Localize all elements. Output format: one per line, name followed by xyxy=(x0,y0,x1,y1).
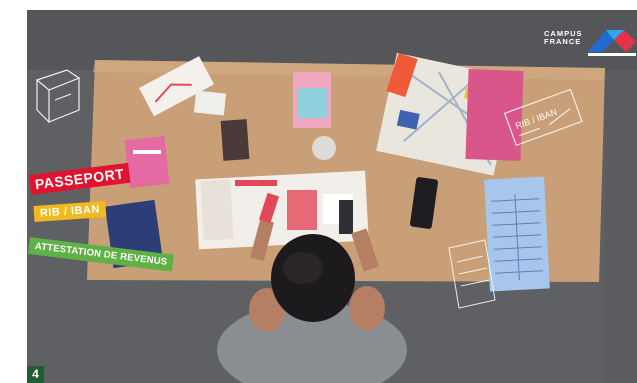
logo-line-2: FRANCE xyxy=(544,37,582,46)
water-glass xyxy=(312,136,336,160)
blue-form xyxy=(484,176,550,292)
pink-document xyxy=(124,136,170,188)
documents-stack xyxy=(195,170,369,250)
logo-icon xyxy=(588,30,636,56)
scene-photo: RIB / IBAN xyxy=(27,10,637,383)
video-frame: RIB / IBAN CAMPUS FRANCE PASSEPORT RIB /… xyxy=(27,10,637,383)
campus-france-logo: CAMPUS FRANCE xyxy=(544,24,637,58)
notepad-white xyxy=(193,90,227,116)
pink-folder xyxy=(465,69,524,161)
step-number-badge: 4 xyxy=(27,366,44,383)
logo-text: CAMPUS FRANCE xyxy=(544,30,588,46)
passport-booklet xyxy=(220,119,250,161)
